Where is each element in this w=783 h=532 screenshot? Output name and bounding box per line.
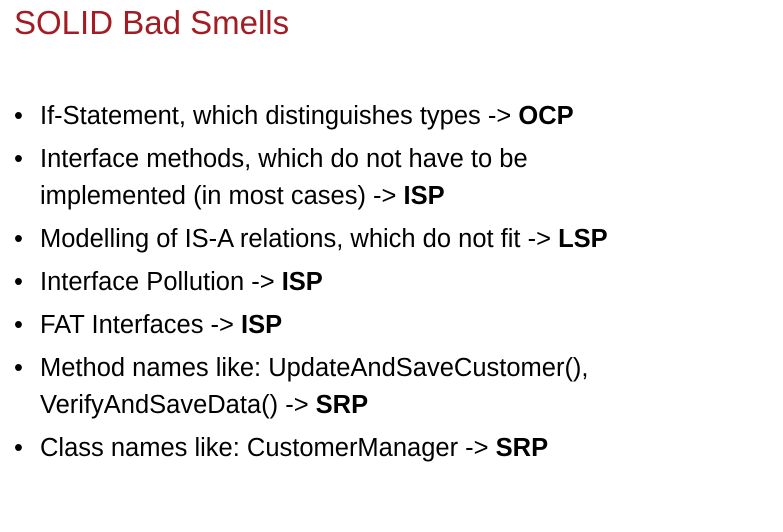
bullet-icon: • bbox=[14, 354, 23, 382]
list-item: • FAT Interfaces -> ISP bbox=[0, 307, 608, 344]
list-item: • Interface Pollution -> ISP bbox=[0, 264, 608, 301]
bullet-list: • If-Statement, which distinguishes types… bbox=[0, 98, 608, 473]
bullet-icon: • bbox=[14, 225, 23, 253]
list-item: • If-Statement, which distinguishes types… bbox=[0, 98, 608, 135]
list-item: • Modelling of IS-A relations, which do n… bbox=[0, 221, 608, 258]
list-item: • Method names like: UpdateAndSaveCustome… bbox=[0, 350, 608, 424]
bullet-icon: • bbox=[14, 434, 23, 462]
bullet-icon: • bbox=[14, 268, 23, 296]
list-item: • Interface methods, which do not have to… bbox=[0, 141, 608, 215]
slide-title: SOLID Bad Smells bbox=[14, 4, 290, 41]
bullet-icon: • bbox=[14, 102, 23, 130]
list-item: • Class names like: CustomerManager -> SR… bbox=[0, 430, 608, 467]
bullet-icon: • bbox=[14, 311, 23, 339]
bullet-icon: • bbox=[14, 145, 23, 173]
